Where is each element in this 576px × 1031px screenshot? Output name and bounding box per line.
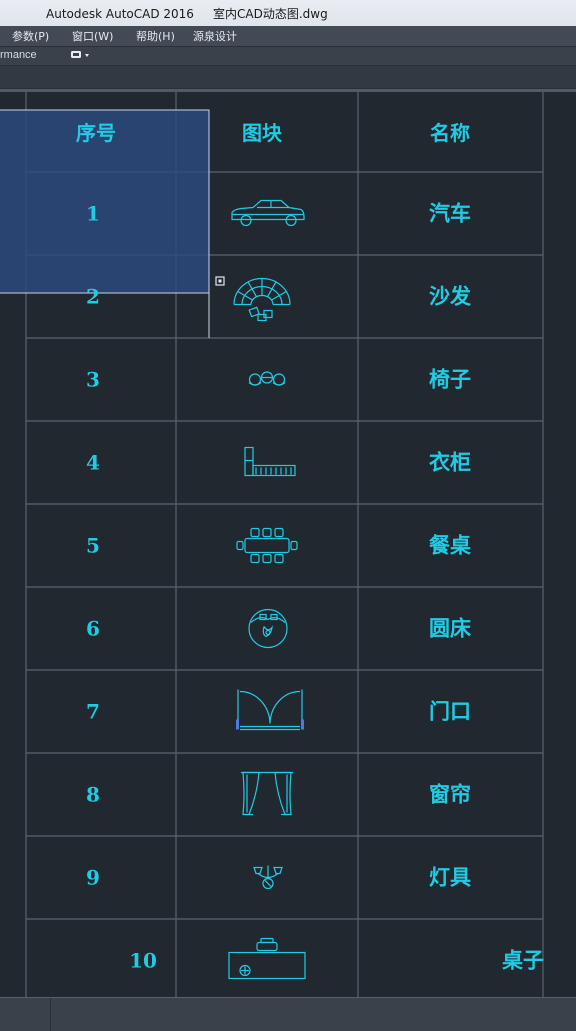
row-index: 10: [129, 949, 157, 973]
row-name: 椅子: [429, 367, 471, 392]
row-name: 圆床: [429, 616, 471, 641]
row-name: 桌子: [502, 948, 544, 973]
menu-help[interactable]: 帮助(H): [136, 28, 175, 44]
row-name: 窗帘: [429, 782, 471, 807]
title-bar: Autodesk AutoCAD 2016 室内CAD动态图.dwg: [0, 0, 576, 27]
row-index: 2: [86, 285, 100, 309]
row-index: 3: [86, 368, 100, 392]
menu-bar: 参数(P) 窗口(W) 帮助(H) 源泉设计: [0, 26, 576, 47]
desk-icon[interactable]: [228, 937, 306, 980]
sofa-icon[interactable]: [233, 277, 291, 322]
drawing-canvas[interactable]: 序号 图块 名称 1 汽车 2 沙发 3 椅子 4 衣柜 5 餐桌 6 圆床 7 门口 8 窗帘 9 灯具 10 桌子: [0, 92, 576, 997]
ribbon-strip: [0, 66, 576, 89]
round-bed-icon[interactable]: [248, 608, 288, 649]
row-index: 1: [86, 202, 100, 226]
row-index: 9: [86, 866, 100, 890]
door-icon[interactable]: [236, 689, 304, 731]
window-title: Autodesk AutoCAD 2016 室内CAD动态图.dwg: [46, 7, 328, 21]
status-divider: [50, 998, 51, 1031]
table-header-2: 图块: [242, 121, 283, 145]
row-index: 4: [86, 451, 100, 475]
table-row[interactable]: 5 餐桌: [86, 527, 472, 564]
door-hinge: [236, 719, 239, 730]
row-name: 沙发: [429, 284, 472, 309]
door-hinge: [301, 719, 304, 730]
row-index: 7: [86, 700, 100, 724]
row-name: 汽车: [429, 201, 471, 226]
workspace-toolbar: rmance: [0, 47, 576, 66]
table-row[interactable]: 6 圆床: [86, 608, 471, 649]
grip-handle-dot: [218, 279, 222, 283]
menu-window[interactable]: 窗口(W): [72, 28, 113, 44]
status-bar: [0, 997, 576, 1031]
menu-yuanquan-design[interactable]: 源泉设计: [193, 28, 237, 44]
table-row[interactable]: 4 衣柜: [86, 446, 471, 477]
row-name: 门口: [429, 699, 471, 724]
row-name: 衣柜: [429, 450, 471, 475]
car-icon[interactable]: [231, 199, 305, 227]
table-row[interactable]: 8 窗帘: [86, 771, 471, 816]
menu-parameters[interactable]: 参数(P): [12, 28, 49, 44]
display-toggle-icon[interactable]: [70, 48, 92, 62]
workspace-label[interactable]: rmance: [0, 49, 37, 61]
chairs-icon[interactable]: [248, 371, 286, 386]
table-row[interactable]: 3 椅子: [86, 367, 471, 392]
table-row[interactable]: 7 门口: [86, 689, 471, 731]
row-index: 6: [86, 617, 100, 641]
dining-table-icon[interactable]: [236, 527, 298, 564]
row-index: 5: [86, 534, 100, 558]
row-name: 餐桌: [429, 533, 472, 558]
lamp-icon[interactable]: [253, 865, 283, 890]
table-header-3: 名称: [430, 121, 470, 145]
row-name: 灯具: [429, 865, 471, 890]
row-index: 8: [86, 783, 100, 807]
table-header-1: 序号: [76, 121, 116, 145]
curtain-icon[interactable]: [241, 771, 293, 816]
table-row[interactable]: 10 桌子: [129, 937, 544, 980]
wardrobe-icon[interactable]: [244, 446, 296, 477]
table-row[interactable]: 9 灯具: [86, 865, 471, 890]
